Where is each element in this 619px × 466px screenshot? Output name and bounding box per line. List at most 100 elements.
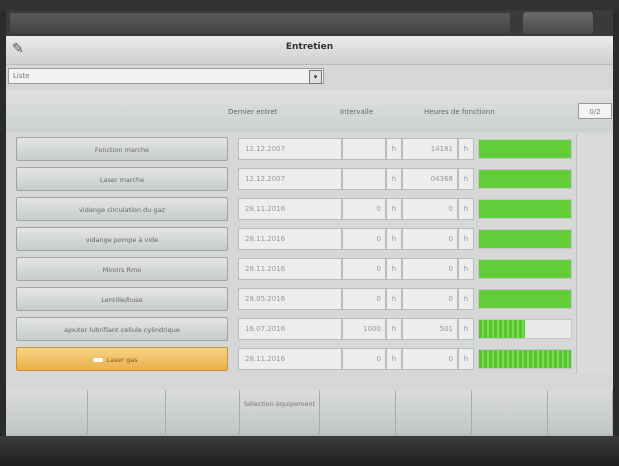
hours-unit: h <box>458 198 474 220</box>
interval-unit: h <box>386 258 402 280</box>
interval-value: 0 <box>342 198 386 220</box>
interval-value: 0 <box>342 288 386 310</box>
progress-fill <box>479 350 571 368</box>
maintenance-item-button[interactable]: Fonction marche <box>16 137 228 161</box>
interval-value <box>342 138 386 160</box>
table-row: Laser marche 12.12.2007 h 04368 h <box>6 164 613 194</box>
maintenance-item-button[interactable]: vidange pompe à vide <box>16 227 228 251</box>
table-row: Fonction marche 12.12.2007 h 14181 h <box>6 134 613 164</box>
progress-fill <box>479 230 571 248</box>
hours-value: 0 <box>402 348 458 370</box>
last-service-date: 12.12.2007 <box>238 138 342 160</box>
progress-fill <box>479 200 571 218</box>
hours-value: 0 <box>402 288 458 310</box>
last-service-date: 28.11.2016 <box>238 228 342 250</box>
interval-unit: h <box>386 318 402 340</box>
interval-unit: h <box>386 228 402 250</box>
interval-value: 0 <box>342 228 386 250</box>
maintenance-item-button[interactable]: ajouter lubrifiant cellule cylindrique <box>16 317 228 341</box>
hours-value: 14181 <box>402 138 458 160</box>
bottom-toolbar: Sélection équipement <box>6 390 613 436</box>
table-row: Lentille/buse 28.05.2016 0 h 0 h <box>6 284 613 314</box>
hours-unit: h <box>458 258 474 280</box>
header-last-service: Dernier entret <box>228 108 278 116</box>
maintenance-item-button[interactable]: Laser gas <box>16 347 228 371</box>
table-row: vidange circulation du gaz 28.11.2016 0 h 0 h <box>6 194 613 224</box>
hours-value: 04368 <box>402 168 458 190</box>
maintenance-item-label: Miroirs Rmo <box>102 266 142 274</box>
toolbar-button-6[interactable] <box>396 390 472 434</box>
title-bar: ✎ Entretien <box>6 36 613 65</box>
progress-fill <box>479 260 571 278</box>
progress-fill <box>479 320 525 338</box>
progress-bar <box>478 199 572 219</box>
interval-unit: h <box>386 168 402 190</box>
maintenance-item-button[interactable]: Miroirs Rmo <box>16 257 228 281</box>
toolbar-button-1[interactable] <box>6 390 88 434</box>
table-row: vidange pompe à vide 28.11.2016 0 h 0 h <box>6 224 613 254</box>
maintenance-item-label: Laser marche <box>99 176 145 184</box>
progress-fill <box>479 140 571 158</box>
interval-value: 0 <box>342 348 386 370</box>
interval-value: 0 <box>342 258 386 280</box>
filter-dropdown[interactable]: Liste ▾ <box>8 68 324 84</box>
interval-unit: h <box>386 348 402 370</box>
window-title: Entretien <box>285 42 334 52</box>
header-operating-hours: Heures de fonctionn <box>424 108 495 116</box>
progress-bar <box>478 139 572 159</box>
hours-unit: h <box>458 318 474 340</box>
last-service-date: 28.11.2016 <box>238 258 342 280</box>
chevron-down-icon[interactable]: ▾ <box>309 70 322 84</box>
interval-value: 1000 <box>342 318 386 340</box>
toolbar-button-8[interactable] <box>548 390 613 434</box>
hours-value: 0 <box>402 228 458 250</box>
table-row: Laser gas 28.11.2016 0 h 0 h <box>6 344 613 374</box>
last-service-date: 12.12.2007 <box>238 168 342 190</box>
monitor-bezel-bottom <box>0 436 619 466</box>
hours-unit: h <box>458 348 474 370</box>
filter-value: Liste <box>13 72 30 80</box>
top-tab-bar <box>10 13 510 33</box>
header-right-box[interactable]: 0/2 <box>578 103 612 119</box>
header-interval: Intervalle <box>340 108 374 116</box>
last-service-date: 28.11.2016 <box>238 198 342 220</box>
table-row: ajouter lubrifiant cellule cylindrique 16… <box>6 314 613 344</box>
interval-value <box>342 168 386 190</box>
progress-bar <box>478 259 572 279</box>
table-row: Miroirs Rmo 28.11.2016 0 h 0 h <box>6 254 613 284</box>
hours-unit: h <box>458 228 474 250</box>
progress-bar <box>478 229 572 249</box>
hours-value: 0 <box>402 198 458 220</box>
interval-unit: h <box>386 288 402 310</box>
screen: ✎ Entretien Liste ▾ Dernier entret Inter… <box>6 10 613 436</box>
maintenance-item-label: ajouter lubrifiant cellule cylindrique <box>64 326 180 334</box>
maintenance-item-label: Laser gas <box>106 356 138 364</box>
last-service-date: 28.05.2016 <box>238 288 342 310</box>
column-header-band <box>6 90 613 132</box>
maintenance-item-button[interactable]: vidange circulation du gaz <box>16 197 228 221</box>
top-strip <box>6 10 613 36</box>
maintenance-item-label: vidange pompe à vide <box>85 236 159 244</box>
hours-unit: h <box>458 138 474 160</box>
progress-bar <box>478 289 572 309</box>
maintenance-item-label: Fonction marche <box>94 146 150 154</box>
progress-bar <box>478 169 572 189</box>
interval-unit: h <box>386 138 402 160</box>
toolbar-button-2[interactable] <box>88 390 166 434</box>
equipment-selection-button[interactable]: Sélection équipement <box>240 390 320 434</box>
toolbar-button-7[interactable] <box>472 390 548 434</box>
toolbar-button-5[interactable] <box>320 390 396 434</box>
maintenance-item-button[interactable]: Laser marche <box>16 167 228 191</box>
last-service-date: 28.11.2016 <box>238 348 342 370</box>
hours-unit: h <box>458 168 474 190</box>
top-right-tab[interactable] <box>523 12 593 34</box>
progress-bar <box>478 319 572 339</box>
filter-row: Liste ▾ <box>6 66 613 86</box>
maintenance-item-button[interactable]: Lentille/buse <box>16 287 228 311</box>
interval-unit: h <box>386 198 402 220</box>
hours-value: 0 <box>402 258 458 280</box>
toolbar-button-3[interactable] <box>166 390 240 434</box>
maintenance-item-label: vidange circulation du gaz <box>79 206 165 214</box>
progress-bar <box>478 349 572 369</box>
selection-indicator <box>93 358 103 362</box>
